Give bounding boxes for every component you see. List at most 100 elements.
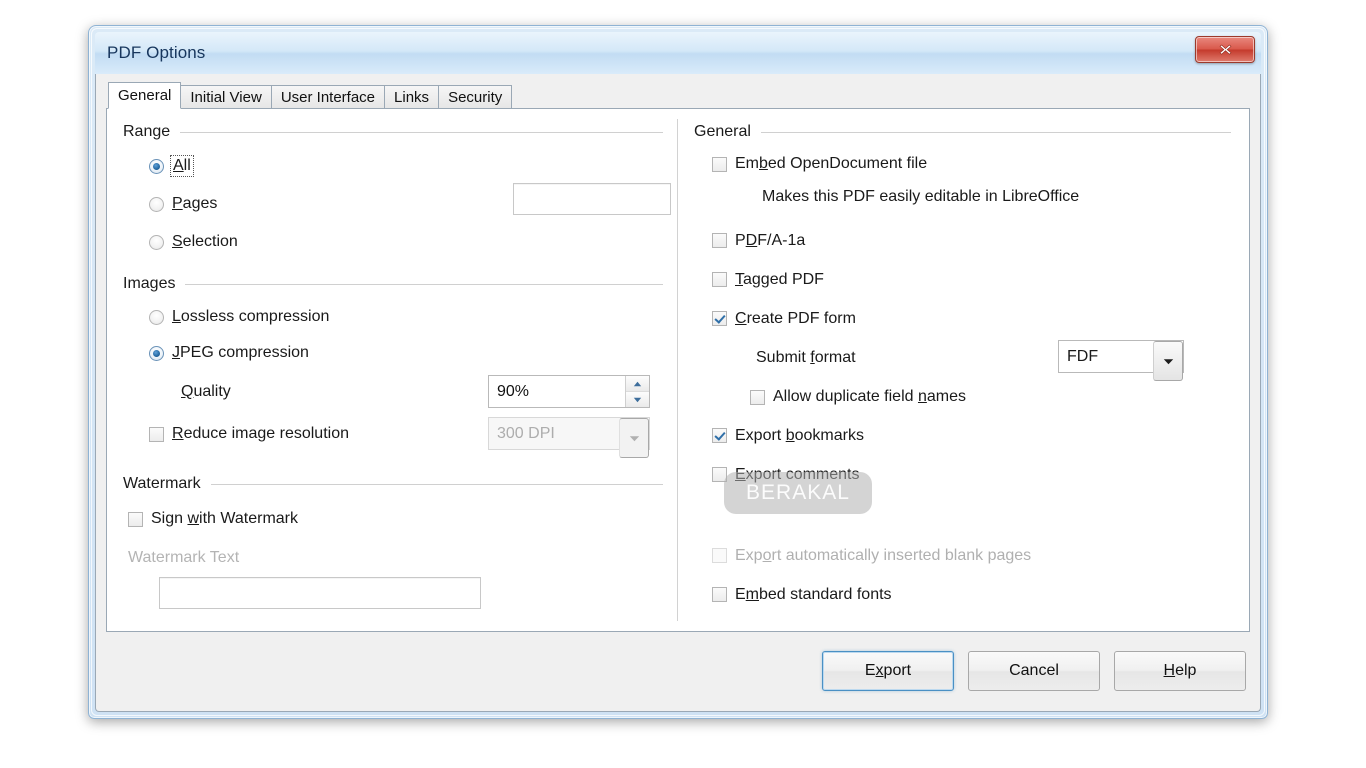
- watermark-text-input[interactable]: [159, 577, 481, 609]
- embed-standard-fonts-label: Embed standard fonts: [735, 585, 892, 603]
- radio-jpeg-compression[interactable]: JPEG compression: [149, 344, 309, 362]
- chevron-down-icon[interactable]: [619, 418, 649, 458]
- export-button[interactable]: Export: [822, 651, 954, 691]
- range-group-header: Range: [123, 123, 663, 141]
- checkbox-export-comments[interactable]: Export comments: [712, 466, 859, 484]
- export-blank-pages-row: Export automatically inserted blank page…: [694, 536, 1231, 575]
- checkbox-reduce-image-resolution[interactable]: Reduce image resolution: [149, 425, 349, 443]
- pdfa-checkbox-indicator: [712, 233, 727, 248]
- checkbox-pdfa-1a[interactable]: PDF/A-1a: [712, 232, 805, 250]
- cancel-button-label: Cancel: [1009, 662, 1059, 679]
- watermark-text-label: Watermark Text: [128, 549, 240, 566]
- images-group-rule: [185, 283, 663, 285]
- general-group-rule: [760, 131, 1231, 133]
- tab-security[interactable]: Security: [438, 85, 513, 109]
- radio-range-all[interactable]: All: [149, 155, 194, 177]
- watermark-group-header: Watermark: [123, 475, 663, 493]
- radio-selection-indicator: [149, 234, 164, 250]
- watermark-text-label-row: Watermark Text: [123, 539, 663, 577]
- watermark-group-label: Watermark: [123, 475, 201, 492]
- dialog-client-area: General Initial View User Interface Link…: [95, 74, 1261, 712]
- submit-format-value: FDF: [1067, 347, 1099, 365]
- quality-spinner-arrows: [625, 376, 649, 407]
- embed-odf-hint: Makes this PDF easily editable in LibreO…: [762, 188, 1080, 205]
- export-comments-checkbox-indicator: [712, 467, 727, 482]
- radio-pages-label: Pages: [172, 195, 218, 212]
- export-blank-pages-label: Export automatically inserted blank page…: [735, 546, 1032, 564]
- right-column: General Embed OpenDocument file Makes th…: [678, 109, 1249, 631]
- pdf-options-dialog: PDF Options General Initial View User In…: [88, 25, 1268, 719]
- allow-duplicate-label: Allow duplicate field names: [773, 388, 966, 405]
- sign-watermark-label: Sign with Watermark: [151, 510, 299, 527]
- left-column: Range All Pages Selection Images Lossles…: [107, 109, 677, 631]
- range-pages-row: Pages: [123, 183, 671, 223]
- dpi-value: 300 DPI: [497, 424, 555, 442]
- allow-duplicate-row: Allow duplicate field names: [694, 378, 1231, 416]
- tab-initial-view[interactable]: Initial View: [180, 85, 272, 109]
- spinner-down-icon[interactable]: [626, 392, 649, 407]
- embed-odf-hint-row: Makes this PDF easily editable in LibreO…: [694, 181, 1231, 213]
- range-group-label: Range: [123, 123, 171, 140]
- title-bar: PDF Options: [95, 32, 1261, 74]
- checkbox-embed-opendocument-file[interactable]: Embed OpenDocument file: [712, 155, 927, 173]
- general-group-label: General: [694, 123, 751, 140]
- window-title: PDF Options: [107, 43, 206, 62]
- tab-user-interface[interactable]: User Interface: [270, 85, 386, 109]
- radio-range-pages[interactable]: Pages: [149, 195, 217, 213]
- quality-row: Quality 90%: [123, 371, 663, 413]
- images-group-label: Images: [123, 275, 176, 292]
- spinner-up-icon[interactable]: [626, 376, 649, 392]
- checkbox-allow-duplicate-field-names[interactable]: Allow duplicate field names: [750, 388, 966, 406]
- close-icon[interactable]: [1195, 36, 1255, 63]
- embed-odf-label: Embed OpenDocument file: [735, 155, 928, 172]
- dpi-combobox[interactable]: 300 DPI: [488, 417, 650, 458]
- tab-general[interactable]: General: [108, 82, 182, 109]
- tab-links[interactable]: Links: [384, 85, 440, 109]
- embed-odf-row: Embed OpenDocument file: [694, 147, 1231, 181]
- checkbox-sign-with-watermark[interactable]: Sign with Watermark: [128, 510, 298, 528]
- watermark-group-rule: [210, 483, 663, 485]
- tagged-pdf-row: Tagged PDF: [694, 260, 1231, 299]
- range-selection-row: Selection: [123, 223, 663, 261]
- dialog-button-bar: Export Cancel Help: [106, 640, 1250, 702]
- checkbox-tagged-pdf[interactable]: Tagged PDF: [712, 271, 824, 289]
- lossless-row: Lossless compression: [123, 299, 663, 335]
- help-button-label: Help: [1163, 662, 1197, 679]
- sign-watermark-checkbox-indicator: [128, 511, 143, 527]
- cancel-button[interactable]: Cancel: [968, 651, 1100, 691]
- checkbox-create-pdf-form[interactable]: Create PDF form: [712, 310, 856, 328]
- checkbox-embed-standard-fonts[interactable]: Embed standard fonts: [712, 586, 892, 604]
- radio-pages-indicator: [149, 196, 164, 212]
- chevron-down-icon[interactable]: [1153, 341, 1183, 381]
- reduce-resolution-row: Reduce image resolution 300 DPI: [123, 413, 663, 458]
- checkbox-export-bookmarks[interactable]: Export bookmarks: [712, 427, 864, 445]
- export-button-label: Export: [864, 662, 912, 679]
- sign-watermark-row: Sign with Watermark: [123, 499, 663, 539]
- export-bookmarks-label: Export bookmarks: [735, 426, 864, 444]
- pdfa-label: PDF/A-1a: [735, 231, 806, 249]
- quality-value: 90%: [497, 382, 530, 400]
- help-button[interactable]: Help: [1114, 651, 1246, 691]
- radio-lossless-label: Lossless compression: [172, 308, 330, 325]
- watermark-text-row: [123, 577, 663, 609]
- pages-range-input[interactable]: [513, 183, 671, 215]
- radio-all-label: All: [170, 155, 194, 177]
- range-all-row: All: [123, 147, 663, 185]
- quality-spinner[interactable]: 90%: [488, 375, 650, 408]
- general-group-header: General: [694, 123, 1231, 141]
- quality-label: Quality: [181, 383, 231, 400]
- create-pdf-form-checkbox-indicator: [712, 311, 727, 326]
- radio-lossless-compression[interactable]: Lossless compression: [149, 308, 329, 326]
- jpeg-row: JPEG compression: [123, 335, 663, 371]
- export-blank-pages-checkbox-indicator: [712, 548, 727, 563]
- radio-all-indicator: [149, 158, 164, 174]
- tab-strip: General Initial View User Interface Link…: [106, 82, 1250, 109]
- radio-lossless-indicator: [149, 309, 164, 325]
- export-comments-label: Export comments: [735, 465, 860, 483]
- radio-jpeg-label: JPEG compression: [172, 344, 309, 361]
- submit-format-combobox[interactable]: FDF: [1058, 340, 1184, 381]
- range-group-rule: [180, 131, 663, 133]
- allow-duplicate-checkbox-indicator: [750, 389, 765, 405]
- checkbox-export-blank-pages: Export automatically inserted blank page…: [712, 547, 1031, 565]
- radio-range-selection[interactable]: Selection: [149, 233, 238, 251]
